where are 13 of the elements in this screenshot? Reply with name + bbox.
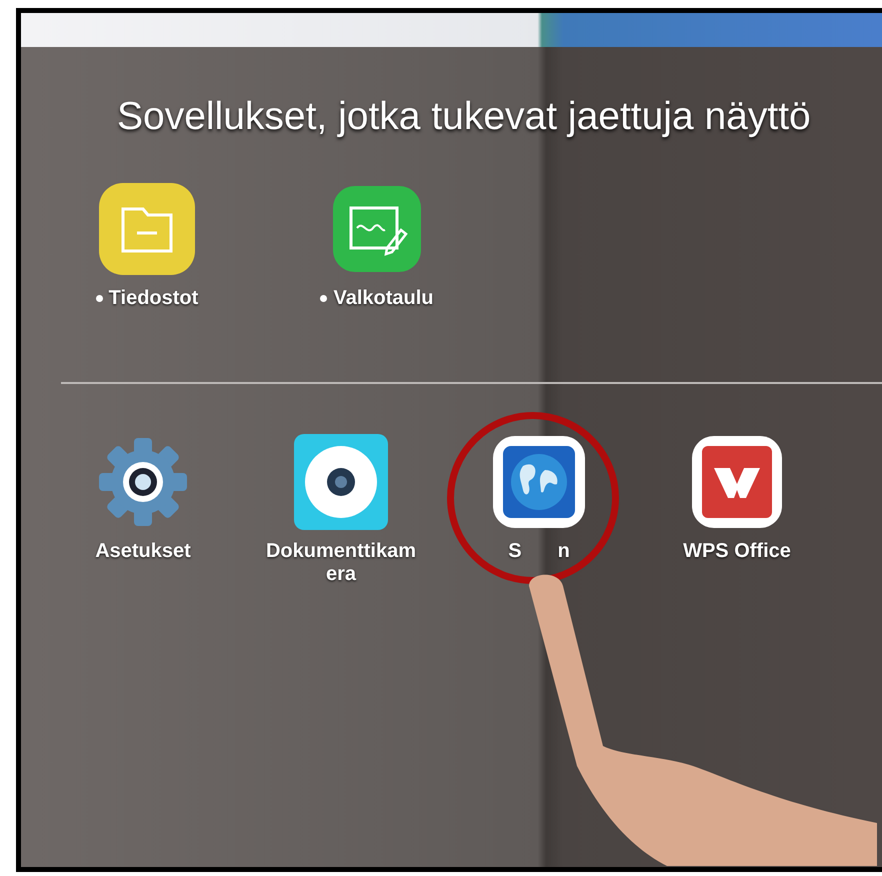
app-label[interactable]: Valkotaulu [333,287,434,310]
app-label[interactable]: era [326,563,356,586]
app-label[interactable]: Tiedostot [108,287,198,310]
camera-icon[interactable] [294,434,388,530]
app-label[interactable]: Asetukset [95,540,191,563]
app-label[interactable]: S n [508,540,570,563]
section-title: Sovellukset, jotka tukevat jaettuja näyttö [117,95,812,139]
app-label[interactable]: Dokumenttikam [266,540,416,563]
app-label[interactable]: WPS Office [683,540,791,563]
gear-icon[interactable] [97,436,189,528]
wps-logo-icon[interactable] [692,436,782,528]
whiteboard-icon[interactable] [333,186,421,272]
folder-icon[interactable] [99,183,195,275]
